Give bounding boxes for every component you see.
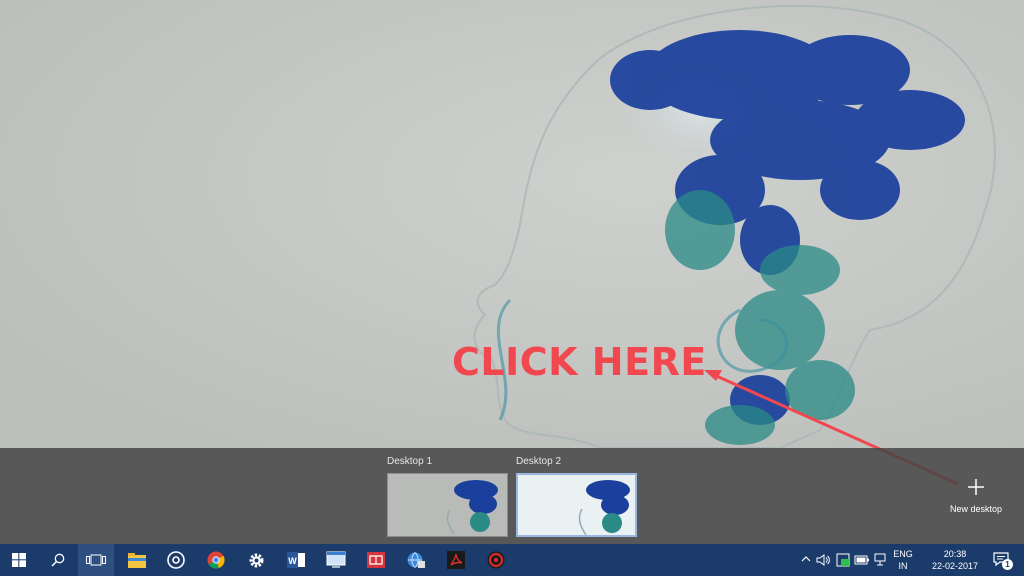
- pdf-icon: [447, 551, 465, 569]
- acrobat-button[interactable]: [438, 544, 474, 576]
- task-view-icon: [86, 554, 106, 566]
- word-icon: W: [287, 552, 305, 568]
- store-app-button[interactable]: [358, 544, 394, 576]
- search-icon: [51, 553, 65, 567]
- red-circle-app-button[interactable]: [478, 544, 514, 576]
- click-here-annotation: CLICK HERE: [452, 340, 707, 384]
- desktop-2-thumbnail[interactable]: [516, 473, 637, 537]
- language-line-2: IN: [898, 561, 908, 571]
- desktop-1-label: Desktop 1: [387, 456, 433, 467]
- taskbar: W ENG IN 20:38 22-02-2017 1: [0, 544, 1024, 576]
- settings-button[interactable]: [238, 544, 274, 576]
- red-circle-icon: [487, 551, 505, 569]
- clock[interactable]: 20:38 22-02-2017: [928, 548, 982, 572]
- chrome-icon: [207, 551, 225, 569]
- groove-music-button[interactable]: [158, 544, 194, 576]
- notification-badge: 1: [1002, 559, 1013, 570]
- new-desktop-button[interactable]: New desktop: [940, 478, 1012, 524]
- gear-icon: [249, 553, 263, 567]
- green-app-tray-icon[interactable]: [836, 553, 850, 567]
- search-button[interactable]: [40, 544, 76, 576]
- clock-time: 20:38: [943, 549, 967, 559]
- volume-icon[interactable]: [816, 553, 830, 567]
- network-icon[interactable]: [874, 553, 888, 567]
- chrome-button[interactable]: [198, 544, 234, 576]
- folder-icon: [128, 552, 146, 568]
- system-tray: ENG IN 20:38 22-02-2017 1: [796, 544, 1024, 576]
- language-line-1: ENG: [893, 549, 913, 559]
- desktop-2-label: Desktop 2: [516, 456, 562, 467]
- plus-icon: [968, 479, 984, 495]
- app-window-button[interactable]: [318, 544, 354, 576]
- input-language-indicator[interactable]: ENG IN: [892, 548, 914, 572]
- chevron-up-icon[interactable]: [800, 553, 812, 565]
- network-app-button[interactable]: [398, 544, 434, 576]
- clock-date: 22-02-2017: [931, 561, 979, 571]
- svg-text:W: W: [288, 556, 297, 566]
- disc-icon: [167, 551, 185, 569]
- battery-icon[interactable]: [854, 553, 870, 567]
- new-desktop-label: New desktop: [949, 504, 1003, 514]
- word-button[interactable]: W: [278, 544, 314, 576]
- windows-logo-icon: [12, 553, 26, 567]
- desktop-1-thumbnail[interactable]: [387, 473, 508, 537]
- start-button[interactable]: [1, 544, 37, 576]
- window-app-icon: [326, 551, 346, 568]
- file-explorer-button[interactable]: [119, 544, 155, 576]
- virtual-desktops-strip: Desktop 1 Desktop 2 New desktop: [0, 448, 1024, 544]
- task-view-button[interactable]: [78, 544, 114, 576]
- red-app-icon: [367, 552, 385, 568]
- globe-app-icon: [407, 552, 425, 568]
